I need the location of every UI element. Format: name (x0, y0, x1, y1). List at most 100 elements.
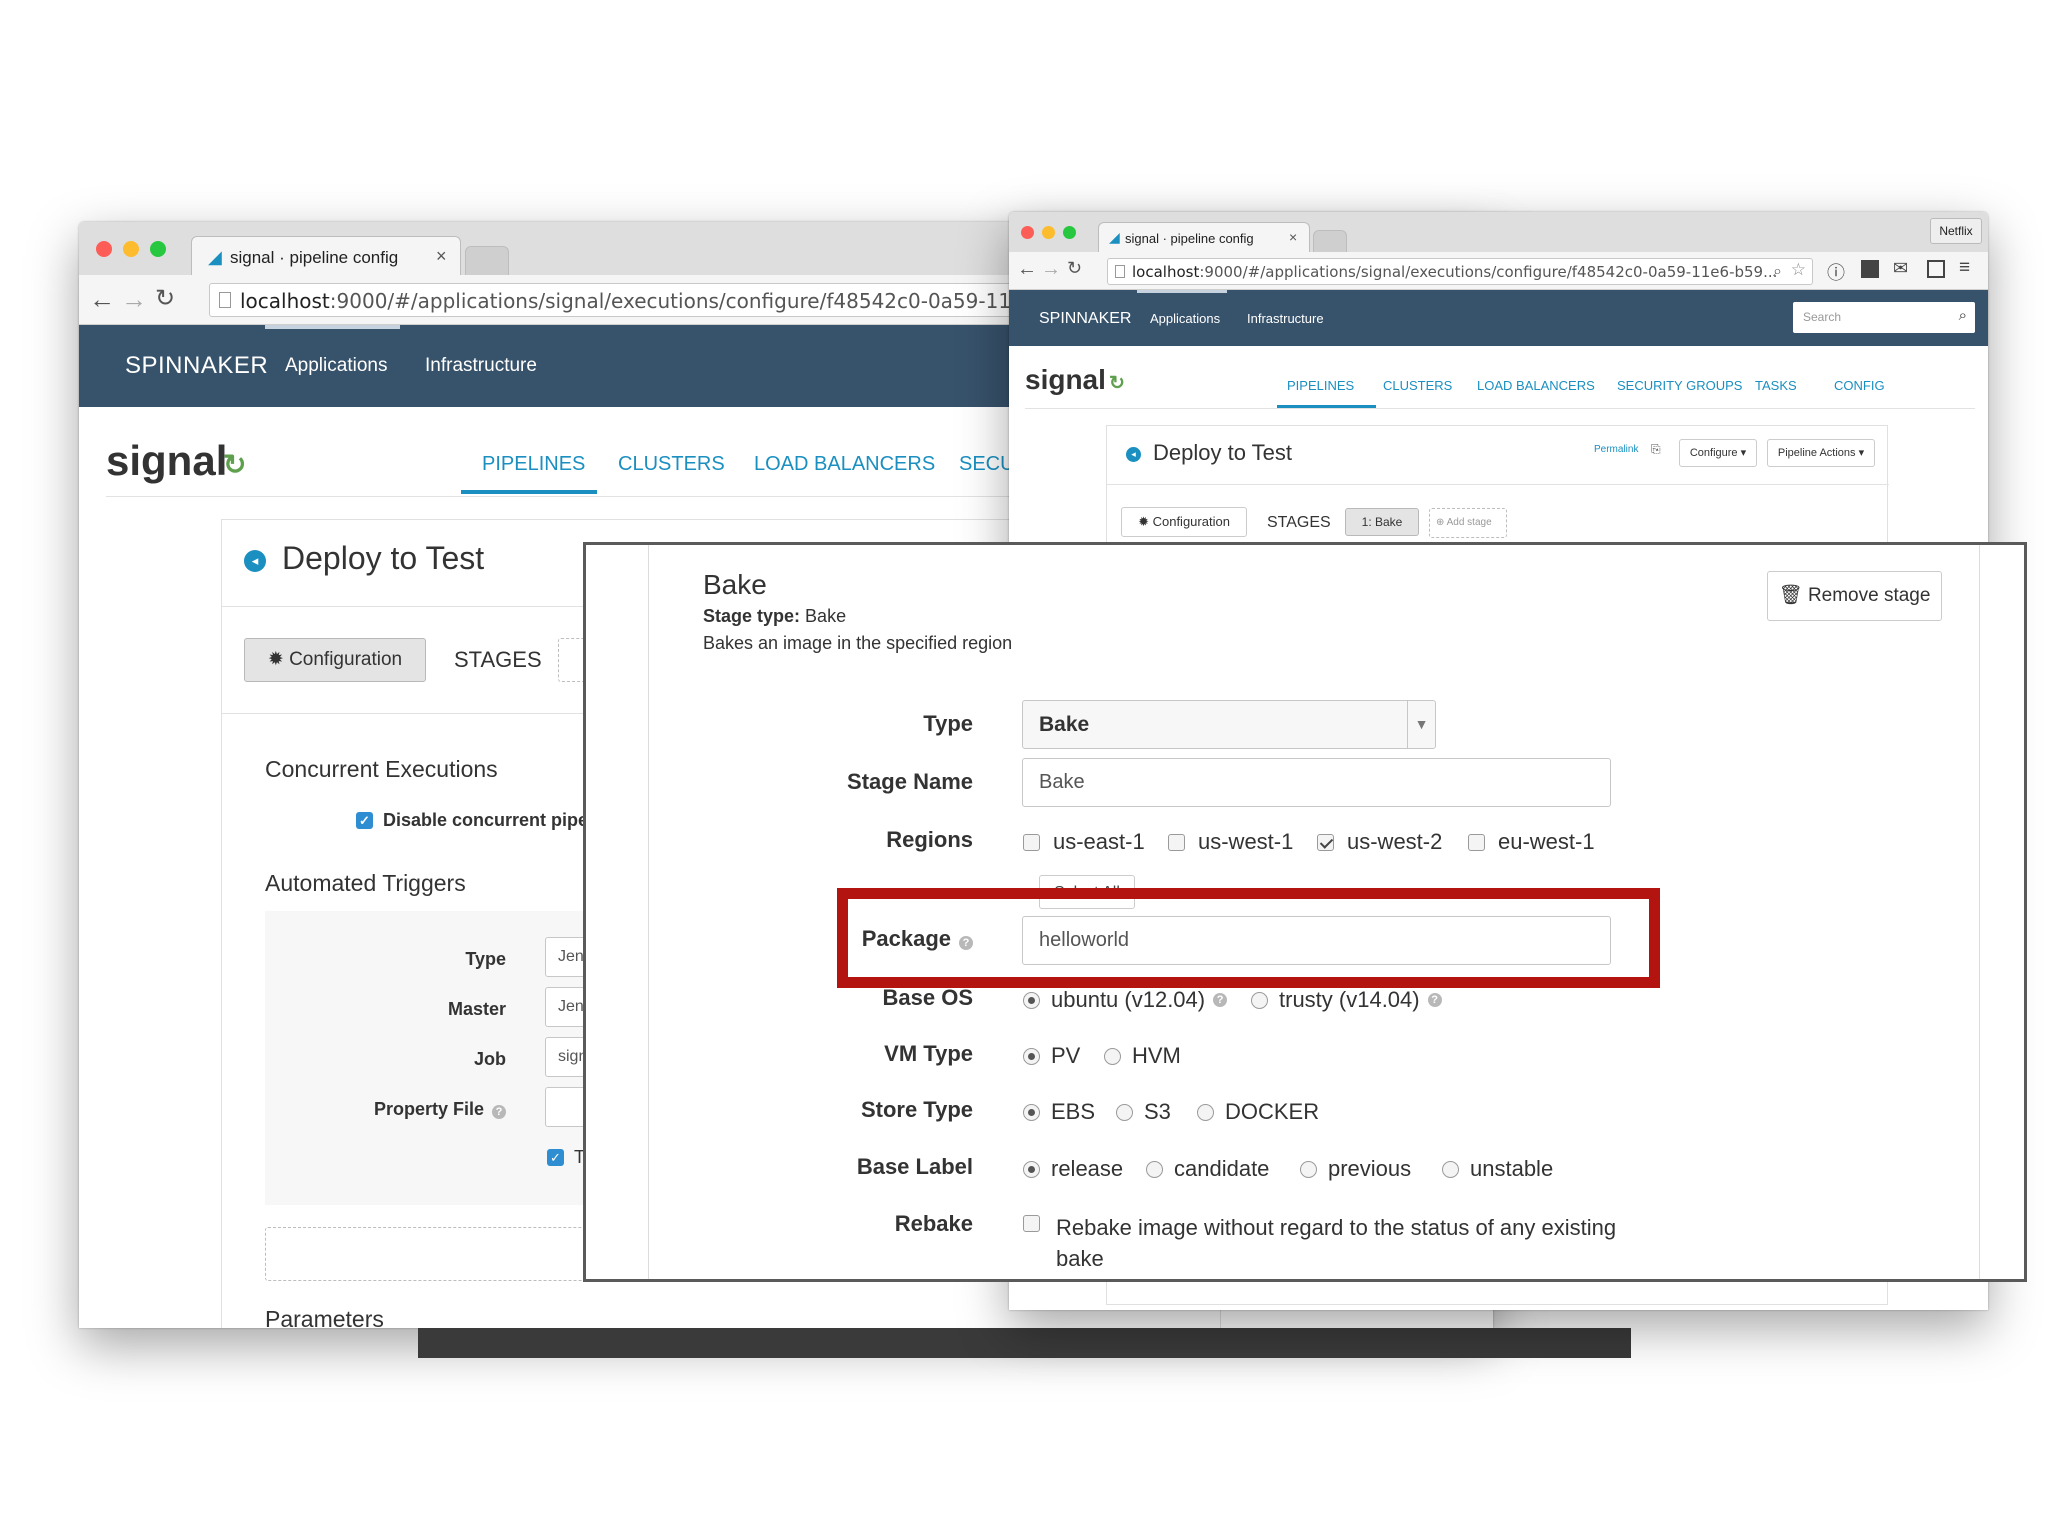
tab-clusters[interactable]: CLUSTERS (618, 453, 725, 476)
region-us-east-1-checkbox[interactable]: us-east-1 (1023, 829, 1145, 855)
address-bar[interactable]: localhost:9000/#/applications/signal/exe… (1107, 258, 1813, 285)
remove-stage-button[interactable]: 🗑 Remove stage (1767, 571, 1942, 621)
radio-selected-icon (1023, 1103, 1040, 1121)
gear-icon: ✹ (267, 649, 290, 670)
browser-tab[interactable]: ◢ signal · pipeline config × (191, 236, 461, 276)
new-tab-button[interactable] (465, 246, 509, 276)
remove-stage-label: Remove stage (1807, 585, 1931, 606)
minimize-window-button[interactable] (1042, 226, 1055, 239)
disable-concurrent-label: Disable concurrent pipe (383, 810, 589, 830)
tab-clusters[interactable]: CLUSTERS (1383, 378, 1452, 393)
stage-name-input[interactable]: Bake (1022, 758, 1611, 807)
close-tab-icon[interactable]: × (436, 246, 447, 267)
help-icon[interactable]: ? (492, 1105, 506, 1119)
collapse-icon[interactable]: ◂ (244, 550, 266, 572)
forward-arrow-icon[interactable]: → (121, 284, 147, 315)
brand-logo[interactable]: SPINNAKER (125, 352, 268, 380)
nav-infrastructure[interactable]: Infrastructure (425, 355, 537, 377)
mail-icon[interactable]: ✉ (1893, 258, 1908, 279)
info-icon[interactable]: ⓘ (1827, 259, 1845, 285)
store-type-s3-radio[interactable]: S3 (1116, 1099, 1171, 1125)
forward-arrow-icon[interactable]: → (1041, 258, 1061, 281)
search-input[interactable]: Search ⌕ (1793, 302, 1975, 333)
region-us-west-2-checkbox[interactable]: us-west-2 (1317, 829, 1442, 855)
close-tab-icon[interactable]: × (1289, 229, 1297, 245)
browser-tab[interactable]: ◢ signal · pipeline config × (1098, 222, 1310, 253)
tab-load-balancers[interactable]: LOAD BALANCERS (1477, 378, 1595, 393)
active-nav-indicator (265, 325, 400, 329)
vm-type-pv-radio[interactable]: PV (1023, 1043, 1080, 1069)
permalink-link[interactable]: Permalink (1594, 444, 1638, 455)
search-placeholder: Search (1803, 310, 1842, 324)
base-os-ubuntu-radio[interactable]: ubuntu (v12.04)? (1023, 987, 1228, 1013)
stage-chip-bake[interactable]: 1: Bake (1345, 508, 1419, 536)
tab-security-groups[interactable]: SECU (959, 453, 1015, 476)
tab-config[interactable]: CONFIG (1834, 378, 1885, 393)
region-eu-west-1-checkbox[interactable]: eu-west-1 (1468, 829, 1595, 855)
base-label-candidate-radio[interactable]: candidate (1146, 1156, 1269, 1182)
close-window-button[interactable] (96, 241, 112, 257)
vm-type-hvm-radio[interactable]: HVM (1104, 1043, 1181, 1069)
radio-icon (1104, 1047, 1121, 1065)
region-us-west-1-checkbox[interactable]: us-west-1 (1168, 829, 1293, 855)
minimize-window-button[interactable] (123, 241, 139, 257)
help-icon[interactable]: ? (1427, 993, 1442, 1007)
maximize-window-button[interactable] (1063, 226, 1076, 239)
nav-applications[interactable]: Applications (1150, 311, 1220, 326)
tab-security-groups[interactable]: SECURITY GROUPS (1617, 378, 1742, 393)
clipboard-icon[interactable]: ⎘ (1651, 442, 1661, 457)
disable-concurrent-checkbox[interactable]: ✓ Disable concurrent pipe (356, 810, 588, 831)
zoom-icon[interactable]: ⌕ (1773, 261, 1782, 281)
nav-applications[interactable]: Applications (285, 355, 387, 377)
help-icon[interactable]: ? (1213, 993, 1228, 1007)
refresh-icon[interactable]: ↻ (223, 448, 246, 481)
reload-icon[interactable]: ↻ (1067, 258, 1082, 279)
trigger-enabled-checkbox[interactable]: ✓ T (547, 1147, 585, 1168)
pipeline-actions-dropdown[interactable]: Pipeline Actions ▾ (1767, 439, 1875, 467)
store-type-ebs-radio[interactable]: EBS (1023, 1099, 1095, 1125)
trigger-type-label: Type (465, 949, 506, 969)
profile-button[interactable]: Netflix (1930, 218, 1982, 244)
store-type-docker-radio[interactable]: DOCKER (1197, 1099, 1319, 1125)
shield-icon[interactable] (1927, 260, 1945, 278)
new-tab-button[interactable] (1313, 230, 1347, 253)
page-icon (219, 292, 231, 308)
refresh-icon[interactable]: ↻ (1109, 372, 1125, 395)
close-window-button[interactable] (1021, 226, 1034, 239)
base-os-label: Base OS (882, 985, 974, 1010)
base-label-previous-radio[interactable]: previous (1300, 1156, 1411, 1182)
base-label-unstable-label: unstable (1470, 1156, 1554, 1181)
configuration-button[interactable]: ✹ Configuration (244, 638, 426, 682)
reload-icon[interactable]: ↻ (155, 284, 175, 313)
back-arrow-icon[interactable]: ← (1017, 258, 1037, 281)
nav-infrastructure[interactable]: Infrastructure (1247, 311, 1324, 326)
divider (1025, 408, 1975, 409)
bookmark-star-icon[interactable]: ☆ (1791, 260, 1806, 280)
base-label-release-radio[interactable]: release (1023, 1156, 1123, 1182)
rebake-checkbox[interactable] (1023, 1215, 1053, 1237)
base-label-release-label: release (1051, 1156, 1124, 1181)
back-arrow-icon[interactable]: ← (89, 284, 115, 315)
search-icon[interactable]: ⌕ (1959, 307, 1967, 324)
configuration-button[interactable]: ✹ Configuration (1121, 507, 1247, 537)
browser-toolbar: ← → ↻ localhost:9000/#/applications/sign… (1009, 252, 1988, 290)
add-stage-button[interactable]: ⊕ Add stage (1429, 508, 1507, 538)
base-os-trusty-radio[interactable]: trusty (v14.04)? (1251, 987, 1442, 1013)
tab-tasks[interactable]: TASKS (1755, 378, 1797, 393)
pipeline-title: Deploy to Test (1153, 440, 1293, 465)
extension-icon[interactable] (1861, 260, 1879, 278)
chevron-down-icon[interactable]: ▼ (1407, 701, 1435, 748)
brand-logo[interactable]: SPINNAKER (1039, 310, 1131, 328)
tab-load-balancers[interactable]: LOAD BALANCERS (754, 453, 935, 476)
pipeline-actions-label: Pipeline Actions (1777, 447, 1856, 459)
type-select[interactable]: Bake ▼ (1022, 700, 1436, 749)
collapse-icon[interactable]: ◂ (1126, 447, 1141, 462)
maximize-window-button[interactable] (150, 241, 166, 257)
region-eu-west-1-label: eu-west-1 (1498, 829, 1595, 854)
menu-icon[interactable]: ≡ (1959, 257, 1970, 279)
base-label-unstable-radio[interactable]: unstable (1442, 1156, 1553, 1182)
vm-type-hvm-label: HVM (1132, 1043, 1181, 1068)
tab-pipelines[interactable]: PIPELINES (482, 453, 585, 476)
tab-pipelines[interactable]: PIPELINES (1287, 378, 1354, 393)
configure-dropdown[interactable]: Configure ▾ (1679, 439, 1757, 467)
